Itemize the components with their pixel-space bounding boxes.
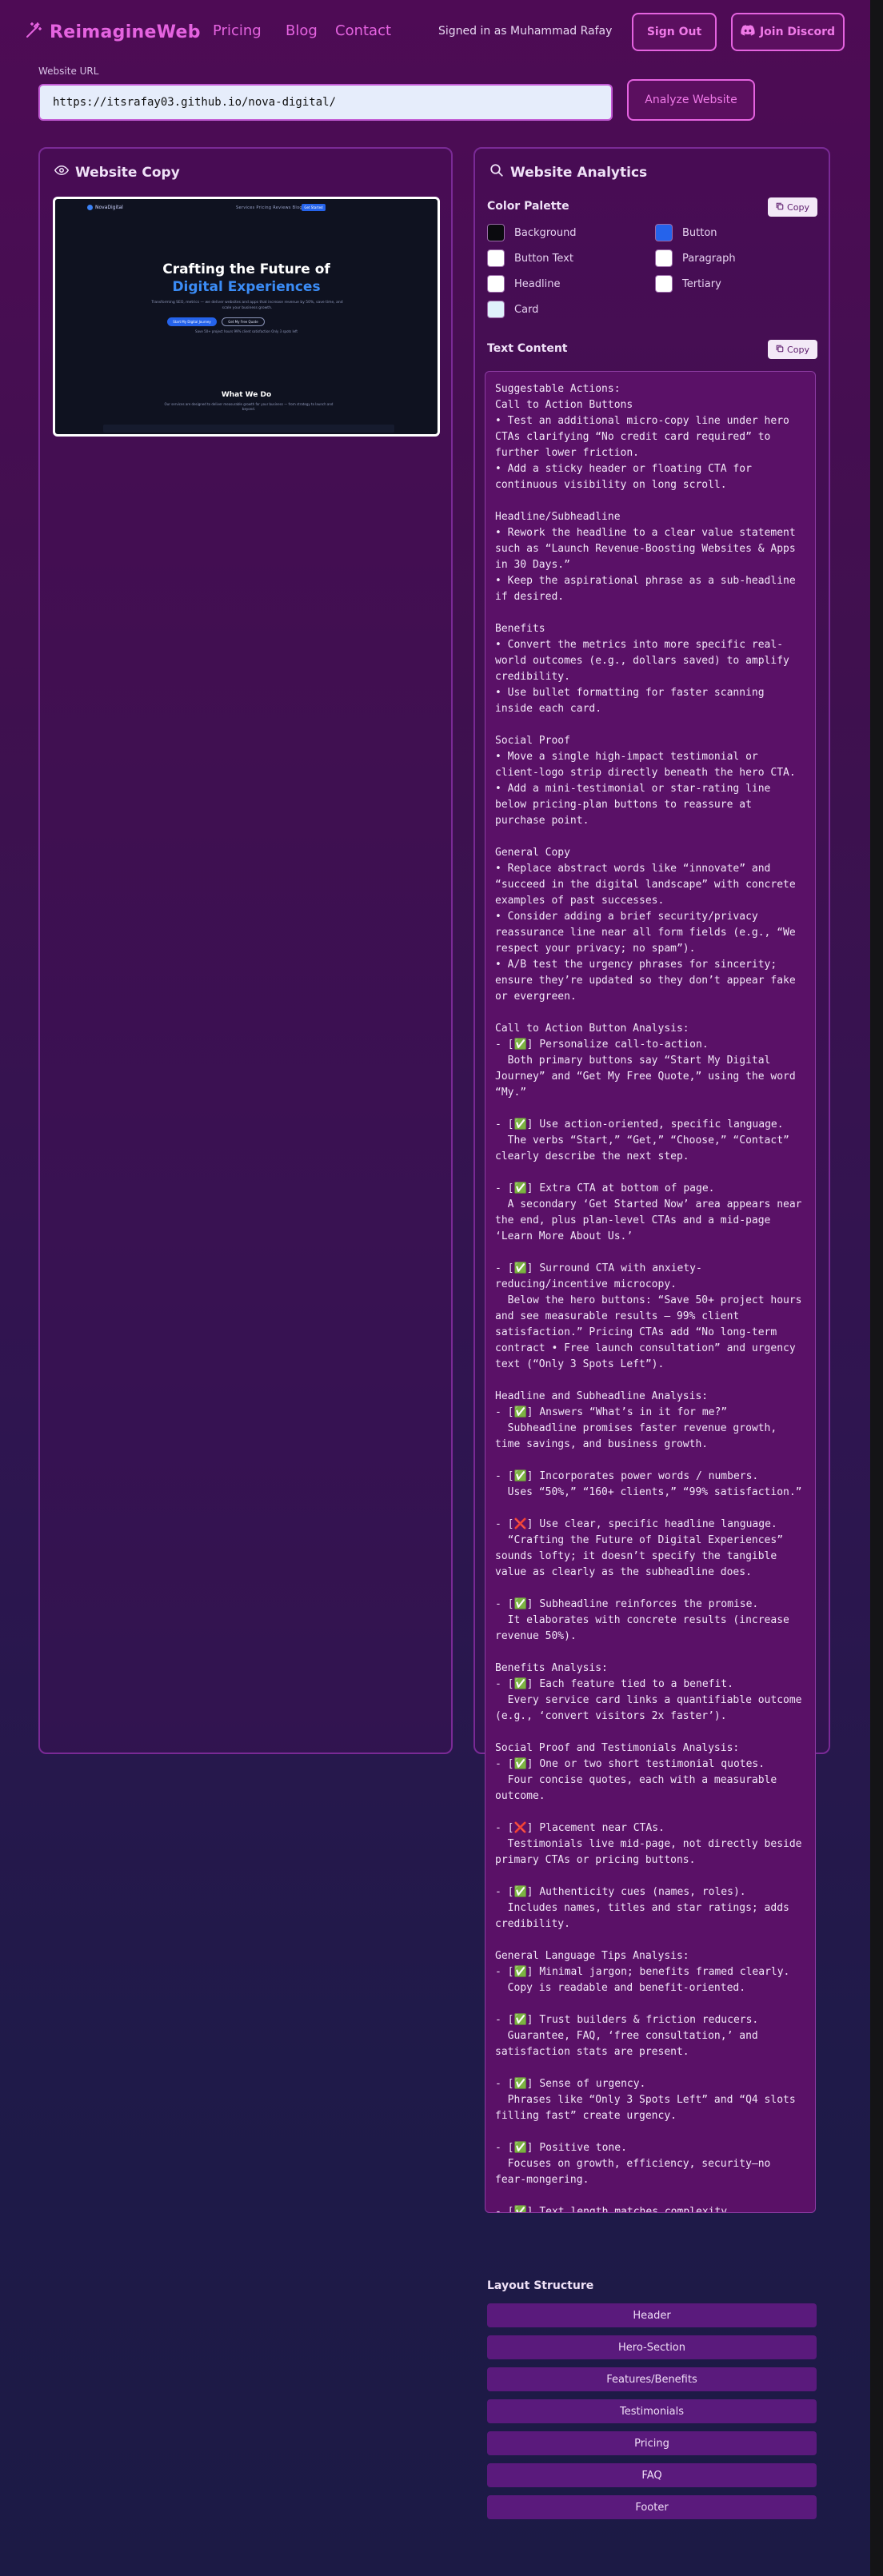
copy-icon <box>776 345 784 355</box>
palette-item-card[interactable]: Card <box>487 301 538 318</box>
preview-note: Save 50+ project hours 99% client satisf… <box>195 329 298 333</box>
eye-icon <box>54 163 70 181</box>
palette-label: Tertiary <box>682 277 721 290</box>
swatch-card <box>487 301 505 318</box>
preview-headline-1: Crafting the Future of <box>162 261 330 277</box>
website-url-input[interactable]: https://itsrafay03.github.io/nova-digita… <box>38 84 613 121</box>
layout-item-header[interactable]: Header <box>487 2303 817 2327</box>
color-palette-title: Color Palette <box>487 200 569 213</box>
text-content-box[interactable]: Suggestable Actions: Call to Action Butt… <box>485 371 816 2213</box>
magic-wand-icon <box>24 21 43 43</box>
layout-item-footer[interactable]: Footer <box>487 2495 817 2519</box>
nav-blog[interactable]: Blog <box>286 22 318 39</box>
palette-item-background[interactable]: Background <box>487 224 577 241</box>
website-copy-title-text: Website Copy <box>75 164 180 181</box>
website-copy-title: Website Copy <box>54 163 180 181</box>
preview-section-heading: What We Do <box>221 391 272 399</box>
analyze-website-button[interactable]: Analyze Website <box>627 79 755 121</box>
layout-structure-title: Layout Structure <box>487 2279 594 2292</box>
layout-item-hero-section[interactable]: Hero-Section <box>487 2335 817 2359</box>
app-root: ReimagineWeb Pricing Blog Contact Signed… <box>0 0 870 2576</box>
swatch-paragraph <box>655 249 673 267</box>
swatch-button-text <box>487 249 505 267</box>
copy-text-content-button[interactable]: Copy <box>768 340 817 359</box>
palette-item-paragraph[interactable]: Paragraph <box>655 249 736 267</box>
swatch-headline <box>487 275 505 293</box>
nav-pricing[interactable]: Pricing <box>213 22 262 39</box>
preview-primary-cta: Start My Digital Journey <box>167 317 217 326</box>
palette-item-button-text[interactable]: Button Text <box>487 249 573 267</box>
logo-text: ReimagineWeb <box>50 22 201 42</box>
palette-item-button[interactable]: Button <box>655 224 717 241</box>
palette-label: Card <box>514 303 539 316</box>
search-icon <box>489 163 504 181</box>
swatch-button <box>655 224 673 241</box>
text-content-title: Text Content <box>487 342 568 355</box>
copy-icon <box>776 202 784 213</box>
preview-logo: NovaDigital <box>87 205 123 210</box>
swatch-background <box>487 224 505 241</box>
copy-label: Copy <box>787 344 809 355</box>
palette-label: Paragraph <box>682 252 736 265</box>
join-discord-label: Join Discord <box>759 26 836 38</box>
preview-nav-cta: Get Started <box>302 204 326 211</box>
website-url-label: Website URL <box>38 66 99 77</box>
preview-section-text: Our services are designed to deliver mea… <box>164 402 334 411</box>
layout-item-testimonials[interactable]: Testimonials <box>487 2399 817 2423</box>
palette-label: Button Text <box>514 252 573 265</box>
page-scrollbar[interactable] <box>870 0 883 2576</box>
preview-navbar: NovaDigital Services Pricing Reviews Blo… <box>55 199 438 217</box>
layout-item-faq[interactable]: FAQ <box>487 2463 817 2487</box>
swatch-tertiary <box>655 275 673 293</box>
discord-icon <box>741 25 755 39</box>
preview-subheadline: Transforming SEO, metrics — we deliver w… <box>151 301 343 310</box>
palette-label: Headline <box>514 277 561 290</box>
sign-out-button[interactable]: Sign Out <box>632 13 717 51</box>
palette-item-tertiary[interactable]: Tertiary <box>655 275 721 293</box>
website-analytics-title-text: Website Analytics <box>510 164 648 181</box>
logo[interactable]: ReimagineWeb <box>24 21 201 43</box>
palette-label: Background <box>514 226 577 239</box>
website-preview[interactable]: NovaDigital Services Pricing Reviews Blo… <box>53 197 440 437</box>
signed-in-text: Signed in as Muhammad Rafay <box>438 25 613 38</box>
nav-contact[interactable]: Contact <box>335 22 391 39</box>
preview-headline-2: Digital Experiences <box>172 279 321 295</box>
analyze-website-label: Analyze Website <box>645 94 737 106</box>
preview-logo-text: NovaDigital <box>95 205 123 210</box>
layout-item-pricing[interactable]: Pricing <box>487 2431 817 2455</box>
preview-cards-strip <box>103 425 394 433</box>
palette-item-headline[interactable]: Headline <box>487 275 560 293</box>
join-discord-button[interactable]: Join Discord <box>731 13 845 51</box>
preview-secondary-cta: Get My Free Quote <box>222 317 265 326</box>
palette-label: Button <box>682 226 717 239</box>
sign-out-label: Sign Out <box>646 26 702 38</box>
top-header: ReimagineWeb Pricing Blog Contact Signed… <box>0 0 870 64</box>
layout-item-features-benefits[interactable]: Features/Benefits <box>487 2367 817 2391</box>
copy-palette-button[interactable]: Copy <box>768 197 817 217</box>
copy-label: Copy <box>787 201 809 213</box>
preview-logo-icon <box>87 205 93 210</box>
website-analytics-title: Website Analytics <box>489 163 647 181</box>
